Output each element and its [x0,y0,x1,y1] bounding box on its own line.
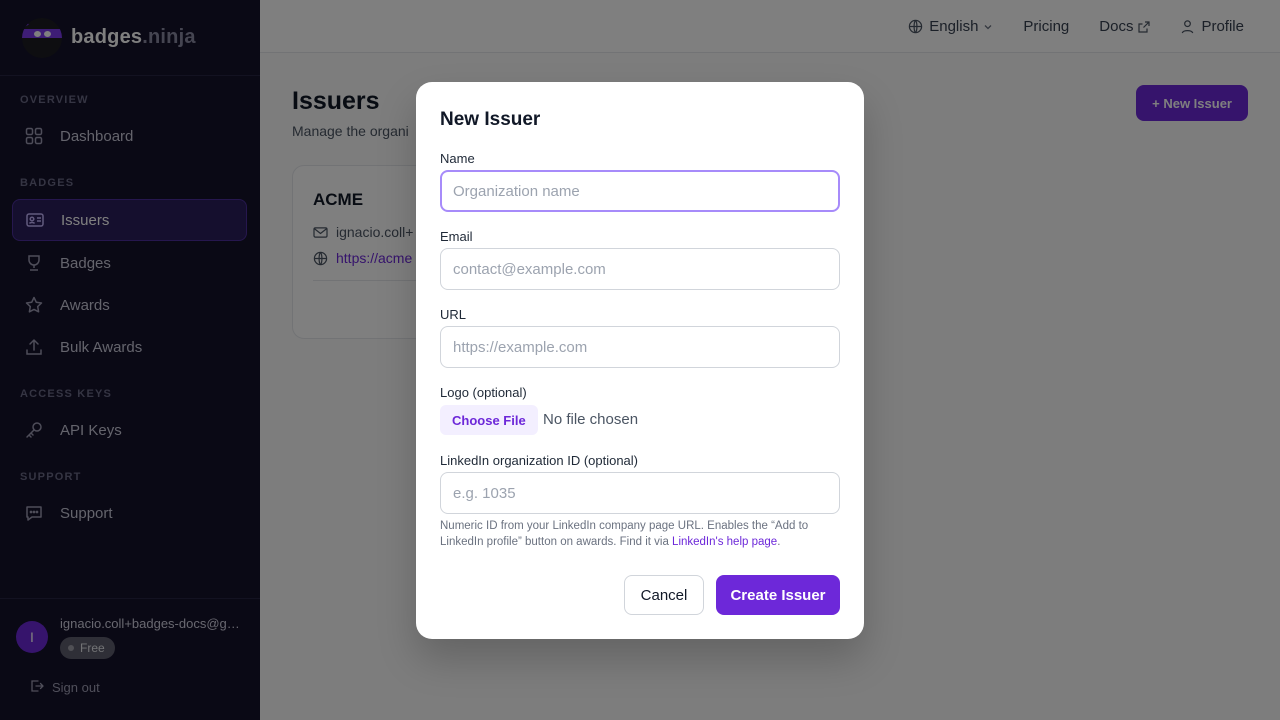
linkedin-help-link[interactable]: LinkedIn's help page [672,536,777,548]
url-label: URL [440,307,467,322]
email-label: Email [440,229,473,244]
name-input[interactable] [440,170,840,212]
email-input[interactable] [440,248,840,290]
dialog-title: New Issuer [440,109,541,130]
name-label: Name [440,151,475,166]
new-issuer-dialog: New Issuer Name Email URL Logo (optional… [416,82,864,639]
logo-label: Logo (optional) [440,385,527,400]
choose-file-button[interactable]: Choose File [440,405,538,435]
linkedin-label: LinkedIn organization ID (optional) [440,453,639,468]
file-status: No file chosen [543,411,639,428]
cancel-button[interactable]: Cancel [624,575,704,615]
create-issuer-button[interactable]: Create Issuer [716,575,840,615]
linkedin-id-input[interactable] [440,472,840,514]
linkedin-help-text: Numeric ID from your LinkedIn company pa… [440,520,809,548]
url-input[interactable] [440,326,840,368]
